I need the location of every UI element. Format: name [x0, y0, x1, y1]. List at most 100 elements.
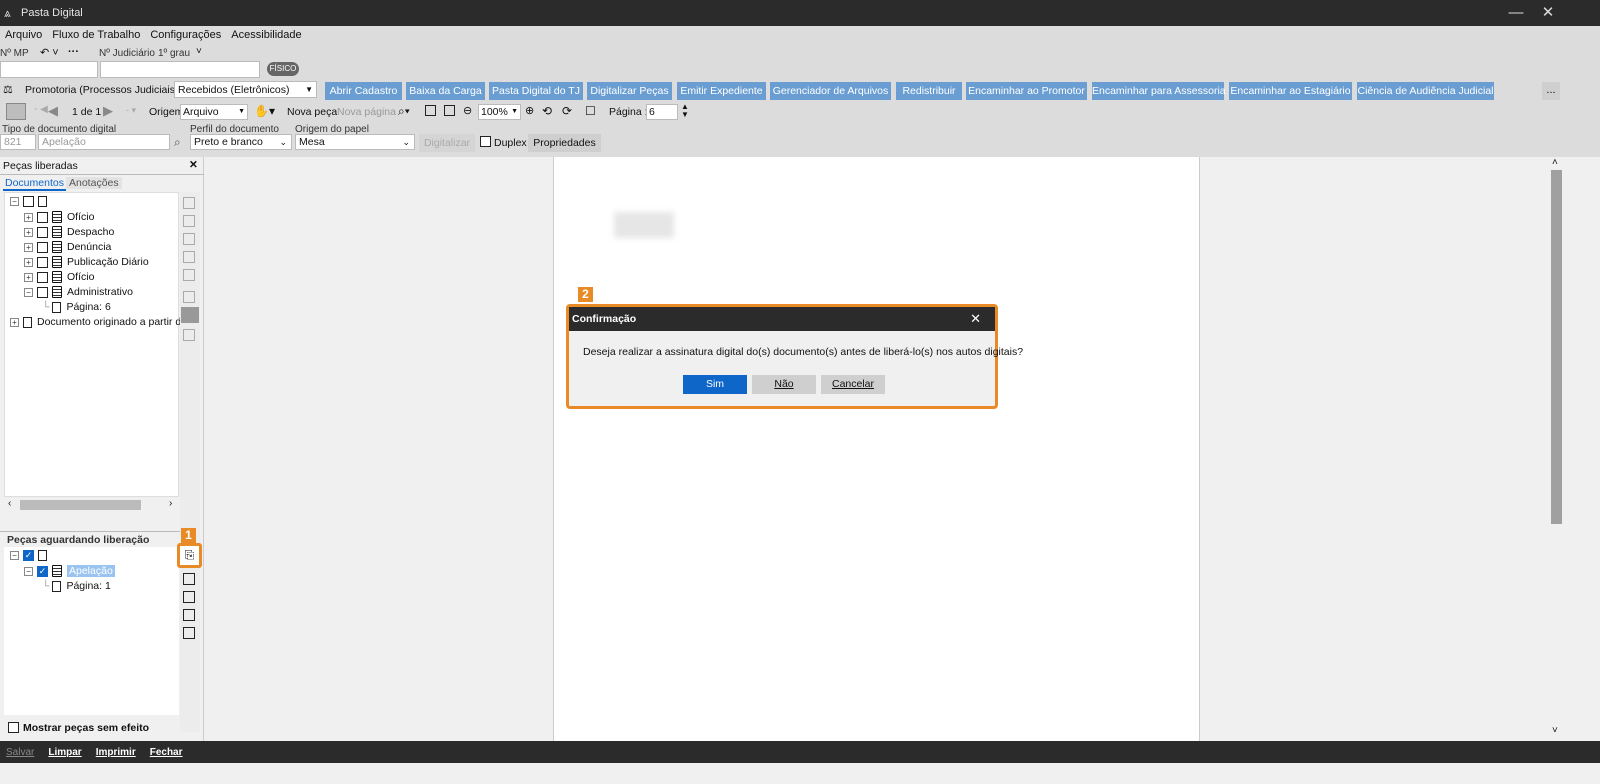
nao-button[interactable]: Não	[752, 375, 816, 394]
tree-item-denuncia[interactable]: + Denúncia	[24, 241, 111, 253]
more-options-icon[interactable]: ···	[68, 46, 79, 58]
limpar-button[interactable]: Limpar	[48, 747, 81, 758]
rotate-right-icon[interactable]: ⟳	[562, 104, 572, 118]
abrir-cadastro-button[interactable]: Abrir Cadastro	[325, 82, 402, 100]
next-page-icon[interactable]: ▶	[103, 103, 113, 119]
tree-item-despacho[interactable]: + Despacho	[24, 226, 114, 238]
redistribuir-button[interactable]: Redistribuir	[896, 82, 962, 100]
scroll-right-icon[interactable]: ›	[169, 498, 172, 509]
first-page-icon[interactable]: - ◀	[34, 104, 48, 115]
scroll-up-icon[interactable]: ˄	[1552, 157, 1558, 168]
eraser-icon[interactable]	[183, 573, 195, 585]
expand-icon[interactable]: +	[24, 227, 33, 237]
salvar-button[interactable]: Salvar	[6, 747, 34, 758]
tree-checkbox[interactable]	[37, 226, 48, 238]
awaiting-item-pagina-1[interactable]: └ Página: 1	[42, 580, 111, 592]
encaminhar-promotor-button[interactable]: Encaminhar ao Promotor	[966, 82, 1087, 100]
duplex-checkbox[interactable]	[480, 136, 491, 147]
scroll-down-icon[interactable]: ˅	[1552, 725, 1558, 736]
tab-documentos[interactable]: Documentos	[3, 177, 66, 191]
awaiting-item-apelacao[interactable]: − ✓ Apelação	[24, 565, 115, 577]
ciencia-audiencia-button[interactable]: Ciência de Audiência Judicial	[1357, 82, 1494, 100]
collapse-icon[interactable]: −	[10, 197, 19, 206]
collapse-icon[interactable]: −	[24, 566, 33, 576]
tool-icon-2[interactable]	[183, 215, 195, 227]
horizontal-scrollbar[interactable]: ‹ ›	[4, 497, 179, 512]
tool-icon-selected[interactable]	[181, 307, 199, 323]
perfil-select[interactable]: Preto e branco ⌄	[190, 134, 292, 150]
tab-anotacoes[interactable]: Anotações	[66, 177, 122, 189]
menu-arquivo[interactable]: Arquivo	[5, 29, 42, 41]
tree-item-pagina-6[interactable]: └ Página: 6	[42, 301, 111, 313]
copy-check-icon[interactable]	[183, 609, 195, 621]
digitalizar-button[interactable]: Digitalizar	[419, 134, 475, 152]
zoom-in-icon[interactable]: ⊕	[525, 104, 534, 117]
expand-icon[interactable]: +	[10, 317, 19, 327]
tree-checkbox[interactable]	[37, 286, 48, 298]
fechar-button[interactable]: Fechar	[150, 747, 183, 758]
document-mode-button[interactable]	[6, 103, 26, 120]
digitalizar-pecas-button[interactable]: Digitalizar Peças	[587, 82, 672, 100]
encaminhar-estagiario-button[interactable]: Encaminhar ao Estagiário	[1229, 82, 1352, 100]
tree-item-oficio[interactable]: + Ofício	[24, 211, 94, 223]
origem-select[interactable]: Arquivo ▼	[180, 104, 248, 120]
gerenciador-arquivos-button[interactable]: Gerenciador de Arquivos	[770, 82, 891, 100]
tree-checkbox[interactable]	[37, 271, 48, 283]
collapse-icon[interactable]: −	[10, 551, 19, 560]
tree-checkbox[interactable]	[37, 256, 48, 268]
tool-icon-4[interactable]	[183, 251, 195, 263]
duplicate-icon[interactable]	[183, 627, 195, 639]
nova-peca-button[interactable]: Nova peça	[287, 106, 337, 118]
last-page-icon[interactable]: - ▾	[126, 105, 136, 116]
tool-icon-1[interactable]	[183, 197, 195, 209]
tree-checkbox[interactable]	[23, 196, 34, 207]
expand-icon[interactable]: +	[24, 242, 33, 252]
show-no-effect-checkbox[interactable]	[8, 722, 19, 733]
scroll-thumb[interactable]	[1551, 170, 1562, 524]
tree-item-oficio-2[interactable]: + Ofício	[24, 271, 94, 283]
baixa-da-carga-button[interactable]: Baixa da Carga	[406, 82, 485, 100]
tree-checkbox[interactable]	[37, 241, 48, 253]
liberate-pieces-button[interactable]: ⎘	[177, 543, 202, 568]
tree-checkbox[interactable]	[37, 211, 48, 223]
zoom-search-icon[interactable]: ⌕▾	[398, 104, 410, 119]
minimize-button[interactable]: —	[1500, 0, 1532, 26]
more-actions-button[interactable]: ...	[1542, 82, 1560, 100]
mp-number-field[interactable]	[0, 61, 98, 78]
fit-page-icon[interactable]	[444, 105, 455, 116]
queue-select[interactable]: Recebidos (Eletrônicos) ▼	[174, 81, 317, 98]
emitir-expediente-button[interactable]: Emitir Expediente	[677, 82, 766, 100]
dialog-close-icon[interactable]: ✕	[970, 307, 981, 331]
close-panel-icon[interactable]: ✕	[189, 159, 198, 171]
select-page-icon[interactable]: ☐	[585, 104, 596, 118]
scroll-left-icon[interactable]: ‹	[8, 498, 11, 509]
awaiting-root[interactable]: − ✓	[10, 550, 52, 561]
tree-item-administrativo[interactable]: − Administrativo	[24, 286, 133, 298]
close-window-button[interactable]: ✕	[1532, 0, 1564, 26]
pasta-digital-tj-button[interactable]: Pasta Digital do TJ	[489, 82, 583, 100]
expand-icon[interactable]: +	[24, 272, 33, 282]
tree-root[interactable]: −	[10, 196, 52, 207]
tree-checkbox-checked[interactable]: ✓	[37, 565, 48, 577]
hand-tool-icon[interactable]: ✋▾	[254, 104, 275, 118]
tree-item-documento-originado[interactable]: + Documento originado a partir do	[10, 316, 187, 328]
search-icon[interactable]: ⌕	[174, 135, 181, 150]
collapse-icon[interactable]: −	[24, 287, 33, 297]
encaminhar-assessoria-button[interactable]: Encaminhar para Assessoria	[1092, 82, 1226, 100]
zoom-out-icon[interactable]: ⊖	[463, 104, 472, 117]
propriedades-button[interactable]: Propriedades	[528, 134, 601, 152]
tree-item-publicacao-diario[interactable]: + Publicação Diário	[24, 256, 149, 268]
chevron-down-icon[interactable]: ˅	[196, 46, 202, 57]
expand-icon[interactable]: +	[24, 257, 33, 267]
trash-icon[interactable]	[183, 591, 195, 603]
imprimir-button[interactable]: Imprimir	[96, 747, 136, 758]
pagina-input[interactable]: 6	[646, 104, 678, 120]
sim-button[interactable]: Sim	[683, 375, 747, 394]
menu-configuracoes[interactable]: Configurações	[150, 29, 221, 41]
origem-papel-select[interactable]: Mesa ⌄	[295, 134, 415, 150]
tool-icon-7[interactable]	[183, 329, 195, 341]
tree-checkbox-checked[interactable]: ✓	[23, 550, 34, 561]
scroll-thumb[interactable]	[20, 500, 141, 510]
tool-icon-3[interactable]	[183, 233, 195, 245]
nova-pagina-button[interactable]: Nova página	[337, 106, 396, 118]
